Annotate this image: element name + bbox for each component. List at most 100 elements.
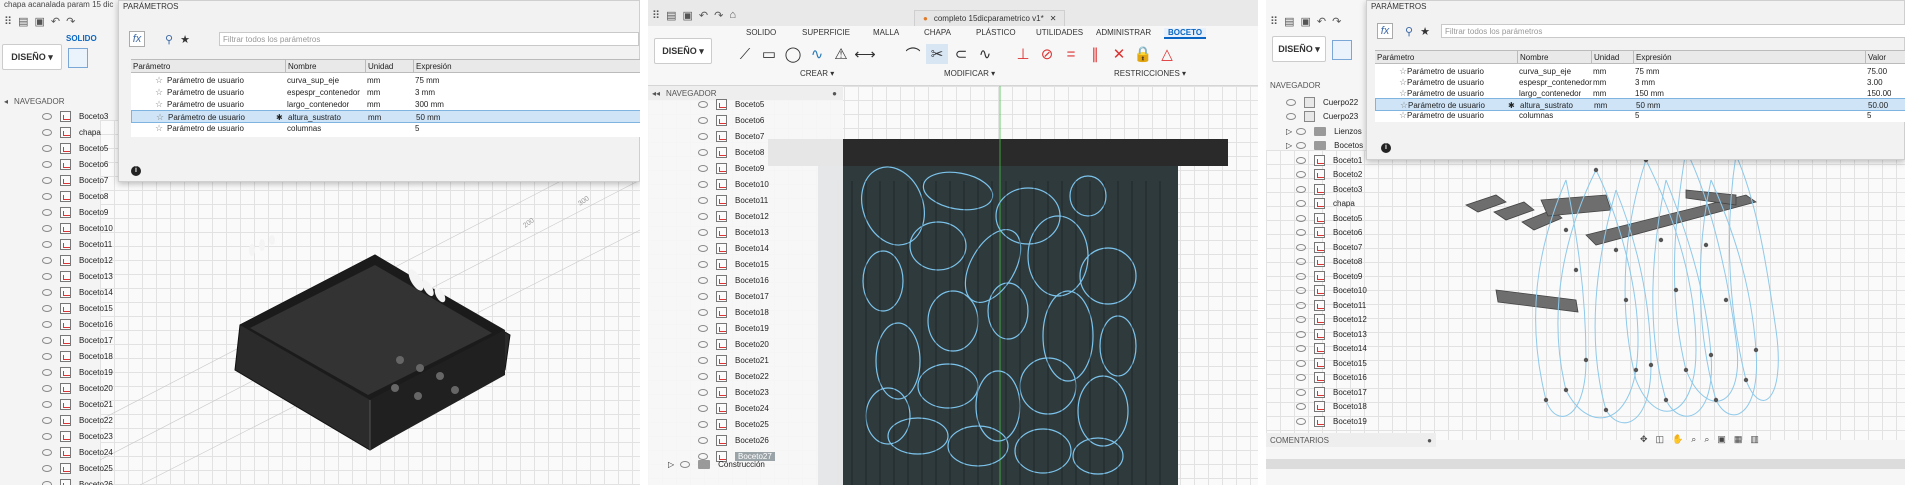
grid-settings-icon[interactable]: ▦ [1734, 434, 1743, 446]
redo-icon[interactable]: ↷ [1332, 15, 1341, 28]
group-modificar[interactable]: MODIFICAR ▾ [944, 69, 995, 78]
parameter-row[interactable]: ☆ Parámetro de usuario columnas 5 [131, 122, 640, 135]
expand-icon[interactable]: ▷ [1286, 141, 1292, 150]
browser-item[interactable]: Boceto25 [698, 416, 769, 432]
viewports-icon[interactable]: ▥ [1750, 434, 1759, 446]
visibility-eye-icon[interactable] [42, 240, 52, 248]
folder-construccion[interactable]: ▷ Construcción [668, 456, 765, 472]
workspace-dropdown[interactable]: DISEÑO ▾ [1272, 36, 1326, 62]
browser-item[interactable]: Boceto23 [698, 384, 769, 400]
visibility-eye-icon[interactable] [42, 320, 52, 328]
equal-constraint-icon[interactable]: = [1060, 44, 1082, 64]
line-tool-icon[interactable]: ⟋ [734, 44, 756, 64]
visibility-eye-icon[interactable] [1286, 98, 1296, 106]
visibility-eye-icon[interactable] [698, 132, 708, 140]
visibility-eye-icon[interactable] [698, 228, 708, 236]
browser-item[interactable]: Boceto11 [42, 236, 112, 252]
browser-item[interactable]: Boceto26 [698, 432, 769, 448]
visibility-eye-icon[interactable] [42, 144, 52, 152]
visibility-eye-icon[interactable] [698, 436, 708, 444]
browser-item[interactable]: Boceto16 [42, 316, 113, 332]
visibility-eye-icon[interactable] [42, 128, 52, 136]
circle-tool-icon[interactable]: ◯ [782, 44, 804, 64]
visibility-eye-icon[interactable] [698, 420, 708, 428]
grid-menu-icon[interactable]: ⠿ [1270, 15, 1278, 28]
comments-toggle-icon[interactable]: ● [1427, 436, 1432, 445]
visibility-eye-icon[interactable] [698, 324, 708, 332]
favorite-star-icon[interactable]: ★ [177, 31, 193, 47]
visibility-eye-icon[interactable] [1296, 359, 1306, 367]
browser-item[interactable]: Boceto15 [698, 256, 769, 272]
horizontal-constraint-icon[interactable]: ⊥ [1012, 44, 1034, 64]
mirror-tool-icon[interactable]: ⚠ [830, 44, 852, 64]
header-valor[interactable]: Valor [1865, 51, 1905, 64]
parallel-constraint-icon[interactable]: ∥ [1084, 44, 1106, 64]
visibility-eye-icon[interactable] [698, 116, 708, 124]
browser-item[interactable]: Boceto11 [698, 192, 768, 208]
dimension-tool-icon[interactable]: ⟷ [854, 44, 876, 64]
save-icon[interactable]: ▣ [34, 15, 44, 28]
header-parametro[interactable]: Parámetro [131, 60, 285, 73]
fx-icon[interactable]: fx [1377, 23, 1393, 39]
header-expresion[interactable]: Expresión [1633, 51, 1865, 64]
visibility-eye-icon[interactable] [698, 196, 708, 204]
parameter-search-input[interactable]: Filtrar todos los parámetros [219, 32, 639, 46]
browser-item[interactable]: Boceto6 [42, 156, 108, 172]
visibility-eye-icon[interactable] [1296, 142, 1307, 149]
filter-icon[interactable]: ⚲ [161, 31, 177, 47]
pan-icon[interactable]: ✋ [1672, 434, 1683, 446]
visibility-eye-icon[interactable] [42, 272, 52, 280]
undo-icon[interactable]: ↶ [699, 9, 708, 22]
visibility-eye-icon[interactable] [698, 404, 708, 412]
visibility-eye-icon[interactable] [1296, 229, 1306, 236]
browser-item[interactable]: Boceto10 [42, 220, 113, 236]
browser-item[interactable]: Boceto8 [42, 188, 108, 204]
browser-item[interactable]: Boceto9 [42, 204, 108, 220]
header-nombre[interactable]: Nombre [285, 60, 365, 73]
browser-item[interactable]: Boceto21 [698, 352, 769, 368]
info-icon[interactable]: i [131, 166, 141, 176]
browser-item[interactable]: Boceto19 [1296, 413, 1367, 429]
group-restricciones[interactable]: RESTRICCIONES ▾ [1114, 69, 1186, 78]
tab-plástico[interactable]: PLÁSTICO [976, 28, 1016, 37]
browser-item[interactable]: Boceto26 [42, 476, 113, 485]
visibility-eye-icon[interactable] [1296, 287, 1306, 294]
save-icon[interactable]: ▣ [682, 9, 692, 22]
visibility-eye-icon[interactable] [698, 260, 708, 268]
tab-superficie[interactable]: SUPERFICIE [802, 28, 850, 37]
rectangle-tool-icon[interactable]: ▭ [758, 44, 780, 64]
tab-utilidades[interactable]: UTILIDADES [1036, 28, 1083, 37]
browser-item[interactable]: Boceto19 [42, 364, 113, 380]
home-icon[interactable]: ⌂ [729, 9, 736, 21]
visibility-eye-icon[interactable] [1296, 243, 1306, 251]
browser-item[interactable]: chapa [42, 124, 101, 140]
visibility-eye-icon[interactable] [1296, 417, 1306, 425]
pin-icon[interactable]: ● [832, 89, 837, 98]
display-settings-icon[interactable]: ▣ [1717, 434, 1726, 446]
header-unidad[interactable]: Unidad [365, 60, 413, 73]
browser-item[interactable]: Boceto8 [698, 144, 764, 160]
browser-item[interactable]: Boceto15 [42, 300, 113, 316]
visibility-eye-icon[interactable] [1296, 330, 1306, 338]
visibility-eye-icon[interactable] [42, 352, 52, 360]
browser-item[interactable]: Boceto12 [698, 208, 769, 224]
browser-item[interactable]: Boceto24 [42, 444, 113, 460]
browser-item[interactable]: Boceto21 [42, 396, 113, 412]
file-icon[interactable]: ▤ [1284, 15, 1294, 28]
browser-item[interactable]: Boceto16 [698, 272, 769, 288]
visibility-eye-icon[interactable] [698, 148, 708, 156]
browser-item[interactable]: Boceto17 [42, 332, 113, 348]
zoom-icon[interactable]: ⌕ [1691, 434, 1696, 446]
parameter-row[interactable]: ☆ Parámetro de usuario columnas 5 5 [1375, 109, 1905, 121]
browser-item[interactable]: Boceto13 [698, 224, 769, 240]
spline-edit-icon[interactable]: ∿ [974, 44, 996, 64]
favorite-star-icon[interactable]: ★ [1417, 23, 1433, 39]
fix-constraint-icon[interactable]: 🔒 [1132, 44, 1154, 64]
zoom-window-icon[interactable]: ⌕ [1704, 434, 1709, 446]
browser-item[interactable]: Boceto3 [42, 108, 108, 124]
viewport-sketch[interactable]: ◂◂ NAVEGADOR ● Boceto5 Boceto6 Boceto7 Boce… [648, 86, 1258, 485]
visibility-eye-icon[interactable] [1296, 316, 1306, 323]
group-crear[interactable]: CREAR ▾ [800, 69, 834, 78]
visibility-eye-icon[interactable] [42, 400, 52, 408]
browser-item[interactable]: Boceto17 [698, 288, 769, 304]
